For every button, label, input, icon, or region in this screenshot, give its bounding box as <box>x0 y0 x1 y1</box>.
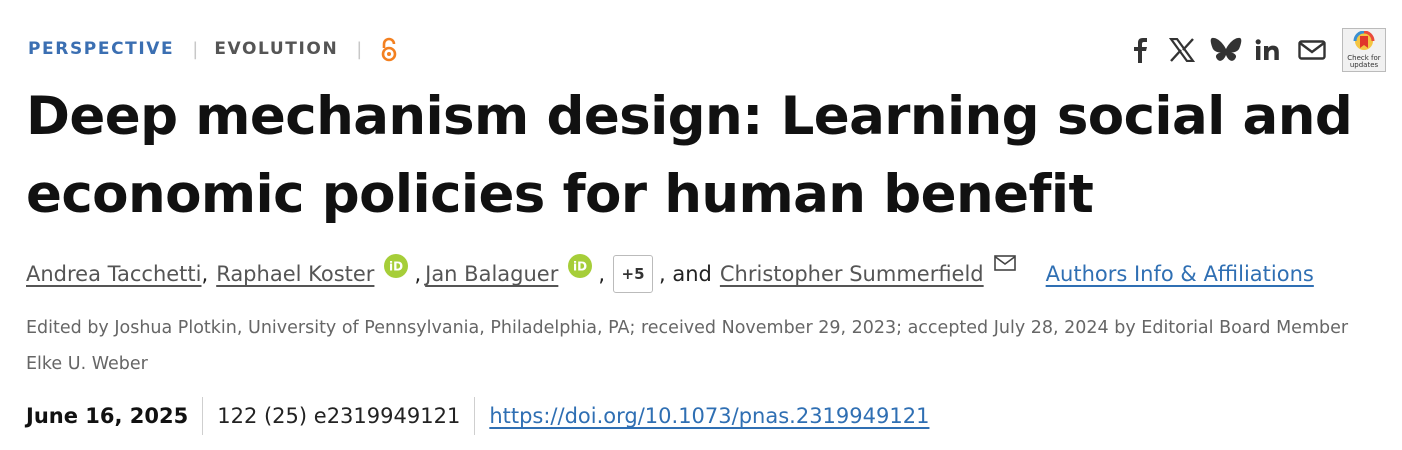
share-toolbar: Check for updates <box>1130 28 1386 72</box>
article-header-bar: PERSPECTIVE | EVOLUTION | <box>28 36 400 62</box>
citation-info: 122 (25) e2319949121 <box>217 404 461 428</box>
show-more-authors-button[interactable]: +5 <box>613 255 654 293</box>
editorial-history: Edited by Joshua Plotkin, University of … <box>26 318 1349 374</box>
corresponding-author-envelope-icon[interactable] <box>993 255 1016 273</box>
facebook-icon[interactable] <box>1130 28 1150 72</box>
publication-date: June 16, 2025 <box>26 404 189 428</box>
orcid-icon[interactable]: iD <box>384 254 409 278</box>
author-link[interactable]: Christopher Summerfield <box>720 262 984 286</box>
publication-meta: June 16, 2025 122 (25) e2319949121 https… <box>26 396 929 436</box>
separator: | <box>356 38 363 60</box>
linkedin-icon[interactable] <box>1254 28 1282 72</box>
bluesky-icon[interactable] <box>1210 28 1242 72</box>
article-title: Deep mechanism design: Learning social a… <box>26 86 1353 225</box>
author-separator: , <box>201 262 209 286</box>
divider <box>474 397 476 435</box>
article-subject-label[interactable]: EVOLUTION <box>214 39 338 59</box>
separator: | <box>192 38 199 60</box>
authors-info-affiliations-link[interactable]: Authors Info & Affiliations <box>1046 262 1314 286</box>
article-type-label[interactable]: PERSPECTIVE <box>28 39 174 59</box>
svg-text:iD: iD <box>573 260 587 274</box>
check-for-updates-badge[interactable]: Check for updates <box>1342 28 1386 72</box>
author-separator: , <box>414 262 422 286</box>
author-and-conjunction: , and <box>659 262 712 286</box>
author-link[interactable]: Andrea Tacchetti <box>26 262 202 286</box>
author-separator: , <box>598 262 606 286</box>
check-for-updates-line2: updates <box>1349 61 1379 69</box>
orcid-icon[interactable]: iD <box>568 254 593 278</box>
divider <box>202 397 204 435</box>
email-icon[interactable] <box>1298 28 1326 72</box>
author-link[interactable]: Jan Balaguer <box>425 262 558 286</box>
doi-link[interactable]: https://doi.org/10.1073/pnas.2319949121 <box>489 404 929 428</box>
open-access-icon <box>378 36 400 62</box>
svg-text:iD: iD <box>389 260 403 274</box>
author-link[interactable]: Raphael Koster <box>216 262 374 286</box>
x-icon[interactable] <box>1168 28 1196 72</box>
author-list: Andrea Tacchetti , Raphael Koster iD , J… <box>26 252 1314 296</box>
